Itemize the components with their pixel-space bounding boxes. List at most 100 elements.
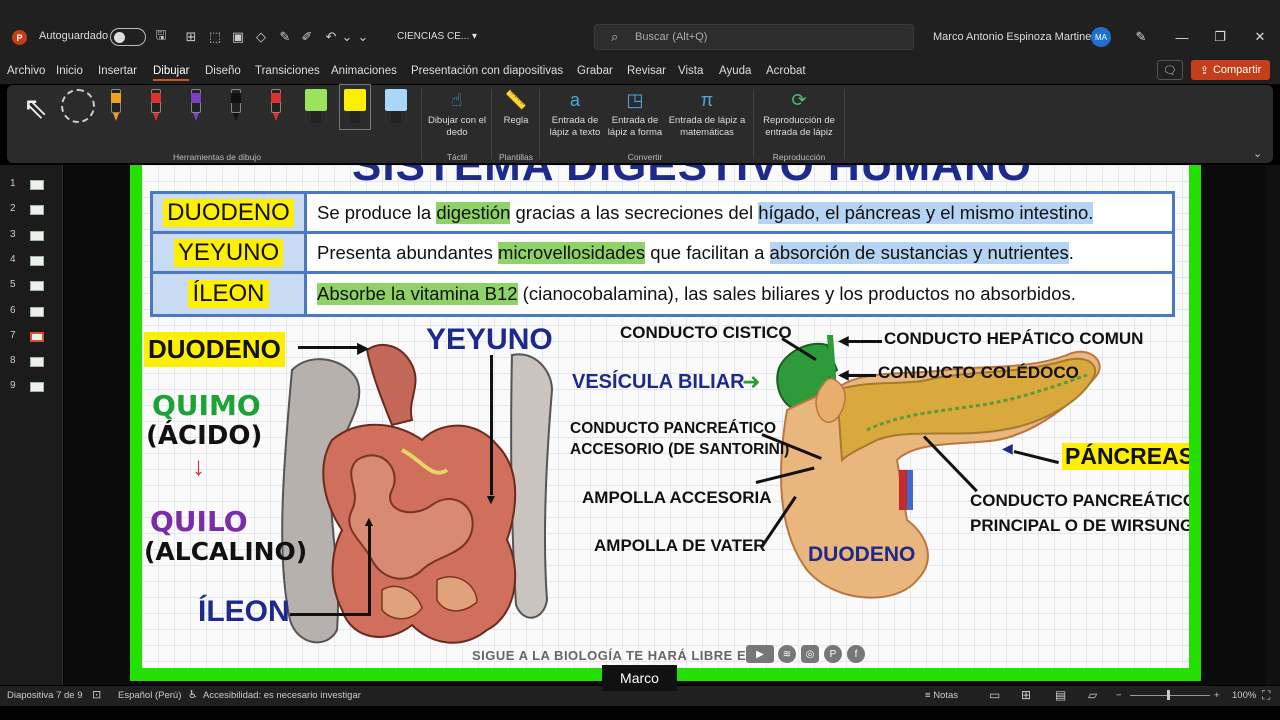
divider [421,89,422,159]
youtube-icon: ▶ [746,645,774,663]
pen-1-icon[interactable] [108,89,124,125]
select-arrow-icon[interactable]: ⇖ [23,91,48,126]
picture-icon[interactable]: ▣ [229,28,247,46]
slide-thumbnail[interactable]: 6 [10,305,50,319]
menu-tab-1[interactable]: Archivo [7,65,45,77]
highlighter-3-icon[interactable] [385,89,407,125]
segment-name: ÍLEON [188,280,269,308]
comments-icon[interactable]: 🗨 [1157,60,1183,80]
slide-thumbnails-panel: 1 2 3 4 5 6 7 8 9 [0,165,63,685]
restore-icon[interactable]: ❐ [1210,27,1230,47]
segment-description: Presenta abundantes microvellosidades qu… [307,234,1172,271]
zoom-level[interactable]: 100% [1232,690,1256,701]
menu-tab-8[interactable]: Presentación con diapositivas [411,65,563,77]
ink-to-shape-icon: ◳ [626,90,644,110]
lasso-select-icon[interactable] [61,89,95,123]
menu-tab-11[interactable]: Vista [678,65,703,77]
description-text: microvellosidades [498,241,646,264]
pen-icon[interactable]: ✐ [298,28,316,46]
ileon-label-left: ÍLEON [198,595,290,628]
slide-preview [30,306,44,317]
slide-thumbnail[interactable]: 3 [10,229,50,243]
menu-tab-2[interactable]: Inicio [56,65,83,77]
principal-label-2: PRINCIPAL O DE WIRSUNG [970,516,1189,535]
search-input[interactable]: ⌕ Buscar (Alt+Q) [594,24,914,50]
segment-name: YEYUNO [173,238,284,267]
arrow [848,340,882,343]
zoom-slider[interactable] [1130,695,1210,696]
slideshow-icon[interactable]: ▱ [1088,688,1097,702]
customize-toolbar-icon[interactable]: ⌄ [354,28,372,46]
menu-tab-4[interactable]: Dibujar [153,65,190,81]
menu-tab-5[interactable]: Diseño [205,65,241,77]
group-label-touch: Táctil [446,152,468,162]
edit-icon[interactable]: ✎ [276,28,294,46]
spotify-icon: ≋ [778,645,796,663]
document-name[interactable]: CIENCIAS CE... ▾ [397,31,477,42]
draw-with-finger-button[interactable]: ☝ Dibujar con el dedo [427,89,487,139]
menu-tab-7[interactable]: Animaciones [331,65,397,77]
autosave-toggle[interactable] [110,28,146,46]
pen-tools-icon[interactable]: ✎ [1131,27,1151,47]
pen-4-icon[interactable] [228,89,244,125]
zoom-slider-thumb[interactable] [1167,690,1170,700]
green-arrow-icon: ➜ [742,369,761,394]
slide-thumbnail[interactable]: 5 [10,279,50,293]
grid-icon[interactable]: ⊞ [182,28,200,46]
search-icon: ⌕ [611,29,619,44]
duodeno-label-right: DUODENO [808,543,916,566]
divider [539,89,540,159]
zoom-out-icon[interactable]: − [1116,690,1122,701]
notes-button[interactable]: ≡ Notas [925,690,958,701]
save-icon[interactable]: 🖫 [152,27,170,46]
language[interactable]: Español (Perú) [118,690,181,701]
menu-tab-6[interactable]: Transiciones [255,65,320,77]
divider [491,89,492,159]
pen-5-icon[interactable] [268,89,284,125]
slide-thumbnail[interactable]: 1 [10,178,50,192]
share-button[interactable]: ⇪ Compartir [1191,60,1270,80]
pancreas-label: PÁNCREAS [1062,443,1189,470]
fit-to-window-icon[interactable]: ⛶ [1262,688,1270,703]
ink-to-shape-button[interactable]: ◳ Entrada de lápiz a forma [605,89,665,139]
highlighter-2-icon[interactable] [339,84,371,130]
slide-preview [30,255,44,266]
description-text: Presenta abundantes [317,241,499,263]
ruler-button[interactable]: 📏 Regla [497,89,535,127]
ink-to-math-button[interactable]: π Entrada de lápiz a matemáticas [667,89,747,139]
menu-tab-9[interactable]: Grabar [577,65,613,77]
close-icon[interactable]: ✕ [1250,27,1270,47]
highlighter-1-icon[interactable] [305,89,327,125]
slide-sorter-icon[interactable]: ⊞ [1021,688,1031,702]
pen-3-icon[interactable] [188,89,204,125]
minimize-icon[interactable]: — [1172,27,1192,47]
slide-thumbnail[interactable]: 7 [10,330,50,344]
accessibility-status[interactable]: Accesibilidad: es necesario investigar [203,690,361,701]
menu-tab-12[interactable]: Ayuda [719,65,751,77]
slide-preview [30,180,44,190]
ink-to-text-button[interactable]: a Entrada de lápiz a texto [545,89,605,139]
slide-thumbnail[interactable]: 8 [10,355,50,369]
collapse-ribbon-icon[interactable]: ⌄ [1253,147,1262,160]
reading-view-icon[interactable]: ▤ [1055,688,1066,702]
share-icon: ⇪ [1199,64,1209,77]
spellcheck-icon[interactable]: ⊡ [92,688,101,701]
avatar[interactable]: MA [1091,27,1111,47]
slide-thumbnail[interactable]: 2 [10,203,50,217]
normal-view-icon[interactable]: ▭ [989,688,1000,702]
vertical-scrollbar[interactable] [1266,165,1280,685]
zoom-in-icon[interactable]: + [1214,690,1220,701]
ink-replay-button[interactable]: ⟳ Reproducción de entrada de lápiz [757,89,841,139]
pen-2-icon[interactable] [148,89,164,125]
ruler-icon: 📏 [504,90,528,110]
menu-tab-3[interactable]: Insertar [98,65,137,77]
slide-thumbnail[interactable]: 9 [10,380,50,394]
shapes-icon[interactable]: ◇ [252,28,270,46]
select-objects-icon[interactable]: ⬚ [206,28,224,46]
group-label-convert: Convertir [627,152,663,162]
slide[interactable]: SISTEMA DIGESTIVO HUMANO DUODENO Se produ… [130,165,1201,681]
conducto-cistico-label: CONDUCTO CISTICO [620,323,792,342]
menu-tab-10[interactable]: Revisar [627,65,666,77]
menu-tab-13[interactable]: Acrobat [766,65,806,77]
slide-thumbnail[interactable]: 4 [10,254,50,268]
